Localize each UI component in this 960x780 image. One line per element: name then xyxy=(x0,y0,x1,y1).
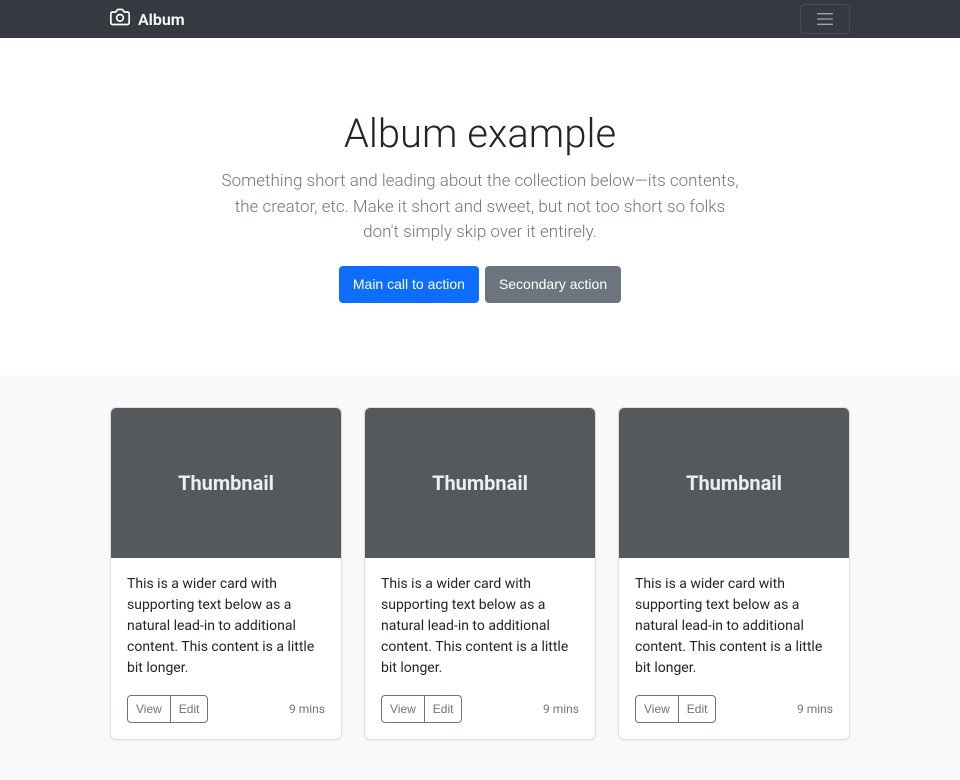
album-section: Thumbnail This is a wider card with supp… xyxy=(0,375,960,780)
hero-section: Album example Something short and leadin… xyxy=(0,38,960,375)
time-label: 9 mins xyxy=(289,702,325,716)
album-card: Thumbnail This is a wider card with supp… xyxy=(364,407,596,740)
navbar: Album xyxy=(0,0,960,38)
card-text: This is a wider card with supporting tex… xyxy=(127,574,325,679)
secondary-cta-button[interactable]: Secondary action xyxy=(485,266,621,303)
page-title: Album example xyxy=(0,110,960,157)
edit-button[interactable]: Edit xyxy=(424,695,463,723)
edit-button[interactable]: Edit xyxy=(678,695,717,723)
time-label: 9 mins xyxy=(797,702,833,716)
view-button[interactable]: View xyxy=(127,695,171,723)
cta-row: Main call to action Secondary action xyxy=(0,266,960,303)
card-grid: Thumbnail This is a wider card with supp… xyxy=(110,407,850,740)
card-body: This is a wider card with supporting tex… xyxy=(111,558,341,739)
card-body: This is a wider card with supporting tex… xyxy=(365,558,595,739)
thumbnail-placeholder: Thumbnail xyxy=(619,408,849,558)
card-footer: View Edit 9 mins xyxy=(635,695,833,723)
view-button[interactable]: View xyxy=(381,695,425,723)
time-label: 9 mins xyxy=(543,702,579,716)
view-button[interactable]: View xyxy=(635,695,679,723)
card-footer: View Edit 9 mins xyxy=(127,695,325,723)
card-footer: View Edit 9 mins xyxy=(381,695,579,723)
card-button-group: View Edit xyxy=(127,695,208,723)
primary-cta-button[interactable]: Main call to action xyxy=(339,266,479,303)
page-lead: Something short and leading about the co… xyxy=(220,169,740,246)
thumbnail-placeholder: Thumbnail xyxy=(111,408,341,558)
card-button-group: View Edit xyxy=(635,695,716,723)
brand-link[interactable]: Album xyxy=(110,7,185,31)
album-card: Thumbnail This is a wider card with supp… xyxy=(618,407,850,740)
card-text: This is a wider card with supporting tex… xyxy=(381,574,579,679)
camera-icon xyxy=(110,7,130,31)
card-text: This is a wider card with supporting tex… xyxy=(635,574,833,679)
album-card: Thumbnail This is a wider card with supp… xyxy=(110,407,342,740)
hamburger-icon xyxy=(813,9,837,29)
thumbnail-placeholder: Thumbnail xyxy=(365,408,595,558)
card-body: This is a wider card with supporting tex… xyxy=(619,558,849,739)
navbar-toggler[interactable] xyxy=(800,4,850,34)
edit-button[interactable]: Edit xyxy=(170,695,209,723)
card-button-group: View Edit xyxy=(381,695,462,723)
brand-text: Album xyxy=(138,10,185,29)
